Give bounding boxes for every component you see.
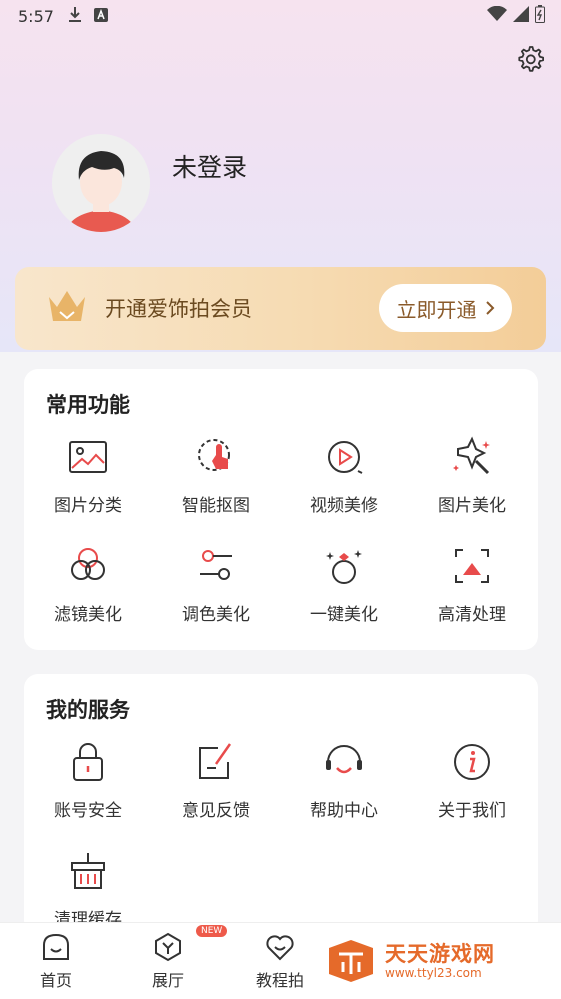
gear-icon (518, 46, 544, 72)
tab-gallery[interactable]: 展厅 (128, 931, 208, 991)
app-notification-icon (93, 7, 108, 26)
service-account-security[interactable]: 账号安全 (24, 740, 152, 821)
filter-icon (71, 548, 105, 580)
gallery-icon (155, 932, 181, 962)
services-card: 我的服务 账号安全 意见反馈 帮助中心 关于我们 清理缓存 (24, 674, 538, 934)
avatar[interactable] (52, 134, 150, 232)
settings-button[interactable] (515, 44, 545, 74)
chevron-right-icon (485, 296, 495, 320)
tab-label: 教程拍 (255, 971, 304, 990)
function-video-retouch[interactable]: 视频美修 (280, 435, 408, 516)
function-label: 视频美修 (310, 496, 378, 516)
service-label: 关于我们 (438, 801, 506, 821)
wifi-icon (487, 5, 507, 26)
magic-icon (326, 550, 362, 584)
feedback-icon (199, 743, 232, 779)
watermark-logo-icon (329, 940, 373, 982)
function-filter-beautify[interactable]: 滤镜美化 (24, 544, 152, 625)
broom-icon (71, 853, 105, 889)
headset-icon (326, 745, 362, 774)
function-hd-process[interactable]: 高清处理 (408, 544, 536, 625)
service-feedback[interactable]: 意见反馈 (152, 740, 280, 821)
tab-tutorial[interactable]: 教程拍 (240, 931, 320, 991)
vip-banner[interactable]: 开通爱饰拍会员 立即开通 (15, 267, 546, 350)
vip-open-button[interactable]: 立即开通 (379, 284, 512, 332)
video-icon (328, 441, 363, 474)
service-label: 账号安全 (54, 801, 122, 821)
function-label: 图片美化 (438, 496, 506, 516)
function-label: 一键美化 (310, 605, 378, 625)
watermark-url: www.ttyl23.com (385, 966, 482, 980)
sparkle-icon (453, 436, 490, 475)
username[interactable]: 未登录 (172, 148, 247, 184)
download-icon (68, 6, 82, 26)
function-label: 调色美化 (182, 605, 250, 625)
common-functions-title: 常用功能 (46, 393, 130, 417)
status-bar: 5:57 (0, 0, 561, 32)
home-icon (43, 933, 69, 960)
services-title: 我的服务 (46, 698, 130, 722)
function-one-click-beautify[interactable]: 一键美化 (280, 544, 408, 625)
tab-label: 展厅 (151, 971, 184, 990)
tab-label: 首页 (39, 971, 72, 990)
service-clear-cache[interactable]: 清理缓存 (24, 849, 152, 930)
crown-icon (49, 291, 85, 321)
hd-icon (455, 549, 489, 583)
vip-open-button-label: 立即开通 (396, 297, 477, 322)
image-icon (69, 441, 107, 473)
service-help-center[interactable]: 帮助中心 (280, 740, 408, 821)
lock-icon (73, 743, 103, 781)
common-functions-card: 常用功能 图片分类 智能抠图 视频美修 图片美化 滤镜美化 调色美化 一键美化 … (24, 369, 538, 650)
function-color-adjust[interactable]: 调色美化 (152, 544, 280, 625)
function-label: 图片分类 (54, 496, 122, 516)
heart-icon (266, 935, 294, 961)
service-about-us[interactable]: 关于我们 (408, 740, 536, 821)
info-icon (454, 744, 490, 780)
cutout-icon (198, 439, 230, 471)
status-right (487, 5, 545, 27)
watermark: 天天游戏网 www.ttyl23.com (325, 936, 525, 986)
tab-home[interactable]: 首页 (16, 931, 96, 991)
watermark-title: 天天游戏网 (385, 942, 495, 966)
function-smart-cutout[interactable]: 智能抠图 (152, 435, 280, 516)
function-image-classify[interactable]: 图片分类 (24, 435, 152, 516)
signal-icon (513, 6, 529, 26)
function-label: 高清处理 (438, 605, 506, 625)
function-label: 智能抠图 (182, 496, 250, 516)
vip-text: 开通爱饰拍会员 (105, 297, 252, 321)
status-time: 5:57 (18, 6, 54, 26)
new-badge: NEW (196, 925, 228, 937)
default-avatar-icon (52, 134, 150, 232)
adjust-icon (200, 550, 232, 580)
function-label: 滤镜美化 (54, 605, 122, 625)
service-label: 意见反馈 (182, 801, 250, 821)
service-label: 帮助中心 (310, 801, 378, 821)
battery-icon (535, 5, 545, 27)
function-image-beautify[interactable]: 图片美化 (408, 435, 536, 516)
